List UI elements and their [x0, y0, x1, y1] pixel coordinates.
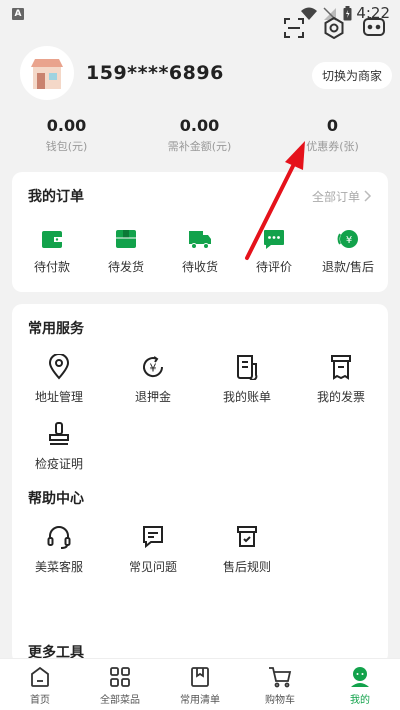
coupon-stat[interactable]: 0 优惠券(张) [266, 116, 399, 154]
svg-text:¥: ¥ [346, 235, 352, 246]
service-label: 我的账单 [222, 390, 271, 404]
stat-value: 0 [326, 116, 339, 135]
headset-icon [47, 526, 71, 549]
stat-label: 钱包(元) [45, 140, 88, 153]
common-services-title: 常用服务 [28, 321, 84, 337]
rules-icon [237, 526, 257, 547]
service-quarantine-cert[interactable]: 检疫证明 [12, 419, 106, 472]
service-label: 退押金 [134, 390, 171, 404]
all-orders-label: 全部订单 [311, 189, 360, 204]
svg-text:¥: ¥ [150, 362, 157, 375]
help-label: 常见问题 [128, 560, 177, 574]
service-address[interactable]: 地址管理 [12, 352, 106, 405]
stat-value: 0.00 [46, 116, 87, 135]
settings-button[interactable] [320, 14, 348, 42]
help-label: 售后规则 [222, 560, 271, 574]
header-actions [280, 14, 388, 42]
help-aftersale-rules[interactable]: 售后规则 [200, 522, 294, 575]
order-pending-review[interactable]: 待评价 [238, 228, 310, 275]
order-pending-shipment[interactable]: 待发货 [90, 228, 162, 275]
tab-label: 全部菜品 [100, 695, 140, 706]
stat-label: 优惠券(张) [306, 140, 359, 153]
chat-icon [264, 230, 284, 249]
shop-avatar-icon [31, 59, 63, 89]
wallet-stat[interactable]: 0.00 钱包(元) [0, 116, 133, 154]
tab-home[interactable]: 首页 [0, 659, 80, 710]
payment-due-stat[interactable]: 0.00 需补金额(元) [133, 116, 266, 154]
deposit-refund-icon: ¥ [143, 356, 164, 378]
faq-icon [143, 526, 163, 549]
service-label: 检疫证明 [34, 457, 83, 471]
help-center-title: 帮助中心 [28, 491, 84, 507]
bottom-tab-bar: 首页 全部菜品 常用清单 购物车 我的 [0, 658, 400, 710]
account-stats: 0.00 钱包(元) 0.00 需补金额(元) 0 优惠券(张) [0, 116, 400, 154]
message-icon [363, 17, 385, 36]
order-label: 待付款 [33, 260, 70, 274]
invoice-icon [331, 355, 351, 380]
tab-label: 首页 [30, 695, 50, 706]
tab-label: 购物车 [265, 695, 295, 706]
orders-title: 我的订单 [28, 189, 84, 205]
help-label: 美菜客服 [34, 560, 83, 574]
profile-section: 159****6896 切换为商家 [20, 46, 392, 104]
location-pin-icon [48, 354, 70, 380]
truck-icon [189, 231, 211, 249]
services-card: 常用服务 地址管理 ¥ 退押金 我的账单 我的发票 检疫证明 帮助中心 美菜客服 [12, 304, 388, 664]
order-label: 退款/售后 [321, 260, 375, 274]
scan-icon [284, 18, 304, 38]
wallet-icon [42, 231, 62, 248]
bookmark-icon [191, 667, 209, 687]
all-orders-link[interactable]: 全部订单 [312, 188, 372, 205]
scan-button[interactable] [280, 14, 308, 42]
box-icon [116, 230, 136, 248]
help-faq[interactable]: 常见问题 [106, 522, 200, 575]
user-icon [351, 667, 369, 687]
order-label: 待评价 [255, 260, 292, 274]
stat-label: 需补金额(元) [167, 140, 232, 153]
tab-all-dishes[interactable]: 全部菜品 [80, 659, 160, 710]
order-label: 待收货 [181, 260, 218, 274]
chevron-right-icon [364, 190, 372, 202]
gear-icon [324, 17, 344, 39]
cart-icon [269, 667, 292, 688]
order-refund-aftersale[interactable]: ¥ 退款/售后 [312, 228, 384, 275]
tab-common-list[interactable]: 常用清单 [160, 659, 240, 710]
grid-icon [110, 667, 130, 687]
tab-cart[interactable]: 购物车 [240, 659, 320, 710]
service-bill[interactable]: 我的账单 [200, 352, 294, 405]
home-icon [31, 666, 49, 687]
stamp-icon [49, 422, 69, 445]
avatar[interactable] [20, 46, 74, 100]
service-deposit-refund[interactable]: ¥ 退押金 [106, 352, 200, 405]
tab-label: 我的 [350, 695, 370, 706]
service-label: 我的发票 [316, 390, 365, 404]
message-button[interactable] [360, 14, 388, 42]
refund-icon: ¥ [337, 230, 358, 248]
stat-value: 0.00 [179, 116, 220, 135]
service-label: 地址管理 [34, 390, 83, 404]
help-customer-service[interactable]: 美菜客服 [12, 522, 106, 575]
order-pending-payment[interactable]: 待付款 [16, 228, 88, 275]
bill-icon [237, 355, 258, 380]
user-phone: 159****6896 [86, 62, 224, 84]
tab-mine[interactable]: 我的 [320, 659, 400, 710]
tab-label: 常用清单 [180, 695, 220, 706]
order-label: 待发货 [107, 260, 144, 274]
switch-to-merchant-button[interactable]: 切换为商家 [311, 62, 392, 89]
service-invoice[interactable]: 我的发票 [294, 352, 388, 405]
order-pending-receipt[interactable]: 待收货 [164, 228, 236, 275]
status-badge: A [12, 8, 24, 20]
orders-card: 我的订单 全部订单 待付款 待发货 待收货 待评价 ¥ 退款/售后 [12, 172, 388, 292]
